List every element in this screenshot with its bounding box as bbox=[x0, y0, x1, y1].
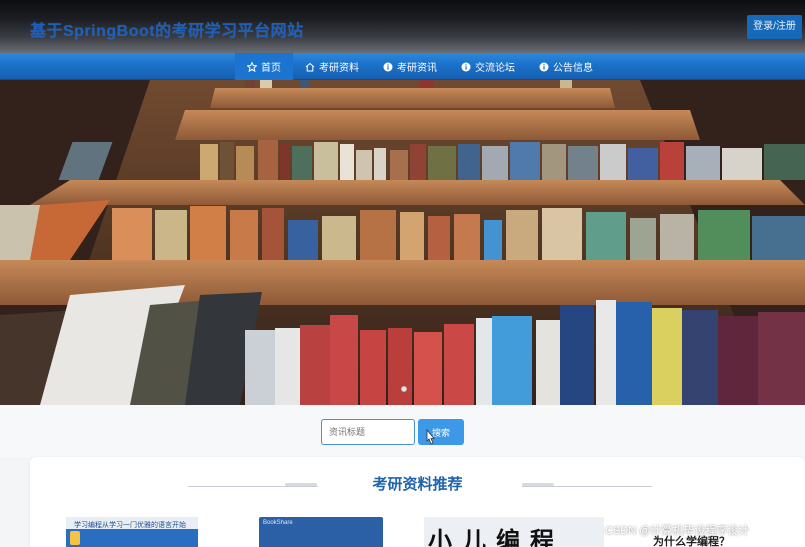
login-register-button[interactable]: 登录/注册 bbox=[747, 15, 802, 39]
page: 基于SpringBoot的考研学习平台网站 登录/注册 首页 考研资料 考研资讯… bbox=[0, 0, 805, 547]
nav-item-materials[interactable]: 考研资料 bbox=[293, 53, 371, 80]
csdn-watermark: CSDN @计算机毕设程序设计 bbox=[605, 525, 750, 537]
title-decor-line-right bbox=[522, 486, 652, 487]
info-icon bbox=[383, 62, 393, 72]
star-icon bbox=[247, 61, 257, 72]
nav-label-materials: 考研资料 bbox=[319, 63, 359, 74]
top-header: 基于SpringBoot的考研学习平台网站 登录/注册 bbox=[0, 0, 805, 53]
material-card-2-text: BookShare bbox=[263, 520, 293, 526]
material-card-3-text: 小儿编程 bbox=[428, 526, 564, 547]
material-card-1[interactable]: 学习编程从学习一门优雅的语言开始 bbox=[66, 517, 198, 547]
search-input[interactable] bbox=[321, 419, 415, 445]
nav-label-news: 考研资讯 bbox=[397, 63, 437, 74]
main-nav: 首页 考研资料 考研资讯 交流论坛 公告信息 bbox=[0, 53, 805, 80]
title-decor-bar-right bbox=[522, 483, 554, 486]
nav-item-forum[interactable]: 交流论坛 bbox=[449, 53, 527, 80]
nav-label-forum: 交流论坛 bbox=[475, 63, 515, 74]
home-icon bbox=[305, 62, 315, 72]
bookshelf-image bbox=[0, 80, 805, 405]
material-card-3[interactable]: 小儿编程 bbox=[424, 517, 604, 547]
material-card-2[interactable]: BookShare bbox=[259, 517, 383, 547]
nav-label-notice: 公告信息 bbox=[553, 63, 593, 74]
nav-item-notice[interactable]: 公告信息 bbox=[527, 53, 605, 80]
section-title: 考研资料推荐 bbox=[372, 476, 463, 493]
banner-carousel[interactable] bbox=[0, 80, 805, 405]
site-title: 基于SpringBoot的考研学习平台网站 bbox=[30, 23, 304, 40]
nav-label-home: 首页 bbox=[261, 63, 281, 74]
nav-item-home[interactable]: 首页 bbox=[235, 53, 293, 80]
search-area: 搜索 bbox=[0, 405, 805, 457]
info-icon bbox=[539, 62, 549, 72]
material-card-1-text: 学习编程从学习一门优雅的语言开始 bbox=[74, 522, 186, 529]
info-icon bbox=[461, 62, 471, 72]
nav-item-news[interactable]: 考研资讯 bbox=[371, 53, 449, 80]
carousel-indicator-dot[interactable] bbox=[401, 386, 407, 392]
mascot-icon bbox=[70, 531, 80, 545]
mouse-pointer-icon bbox=[426, 429, 435, 445]
